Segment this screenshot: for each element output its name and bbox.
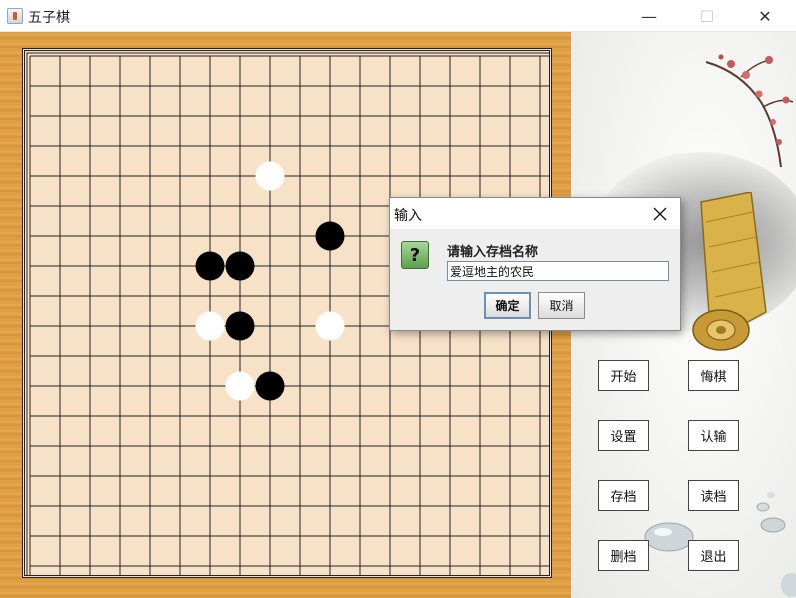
maximize-button[interactable]: ☐ <box>678 0 736 32</box>
black-stone <box>255 371 285 401</box>
plum-blossom-decoration <box>705 54 794 168</box>
scroll-decoration <box>692 192 767 351</box>
minimize-button[interactable]: — <box>620 0 678 32</box>
white-stone <box>255 161 285 191</box>
black-stone <box>195 251 225 281</box>
window-titlebar: 五子棋 — ☐ ✕ <box>0 0 796 32</box>
black-stone <box>315 221 345 251</box>
undo-button[interactable]: 悔棋 <box>688 360 739 391</box>
load-game-button[interactable]: 读档 <box>688 480 739 511</box>
dialog-title: 输入 <box>394 208 422 224</box>
question-icon: ? <box>401 241 429 269</box>
delete-save-button[interactable]: 删档 <box>598 540 649 571</box>
white-stone <box>315 311 345 341</box>
white-stone <box>195 311 225 341</box>
dialog-titlebar: 输入 <box>390 198 680 229</box>
black-stone <box>225 251 255 281</box>
dialog-prompt: 请输入存档名称 <box>447 245 539 260</box>
exit-button[interactable]: 退出 <box>688 540 739 571</box>
resign-button[interactable]: 认输 <box>688 420 739 451</box>
java-app-icon <box>7 8 23 24</box>
cancel-button[interactable]: 取消 <box>538 292 585 319</box>
save-name-input[interactable] <box>447 261 669 281</box>
white-stone <box>225 371 255 401</box>
save-game-button[interactable]: 存档 <box>598 480 649 511</box>
black-stone <box>225 311 255 341</box>
save-name-dialog: 输入 ? 请输入存档名称 确定 取消 <box>389 197 681 331</box>
window-title: 五子棋 <box>28 10 70 26</box>
settings-button[interactable]: 设置 <box>598 420 649 451</box>
window-close-button[interactable]: ✕ <box>736 0 794 32</box>
dialog-close-icon[interactable] <box>646 202 674 226</box>
start-button[interactable]: 开始 <box>598 360 649 391</box>
ok-button[interactable]: 确定 <box>484 292 531 319</box>
